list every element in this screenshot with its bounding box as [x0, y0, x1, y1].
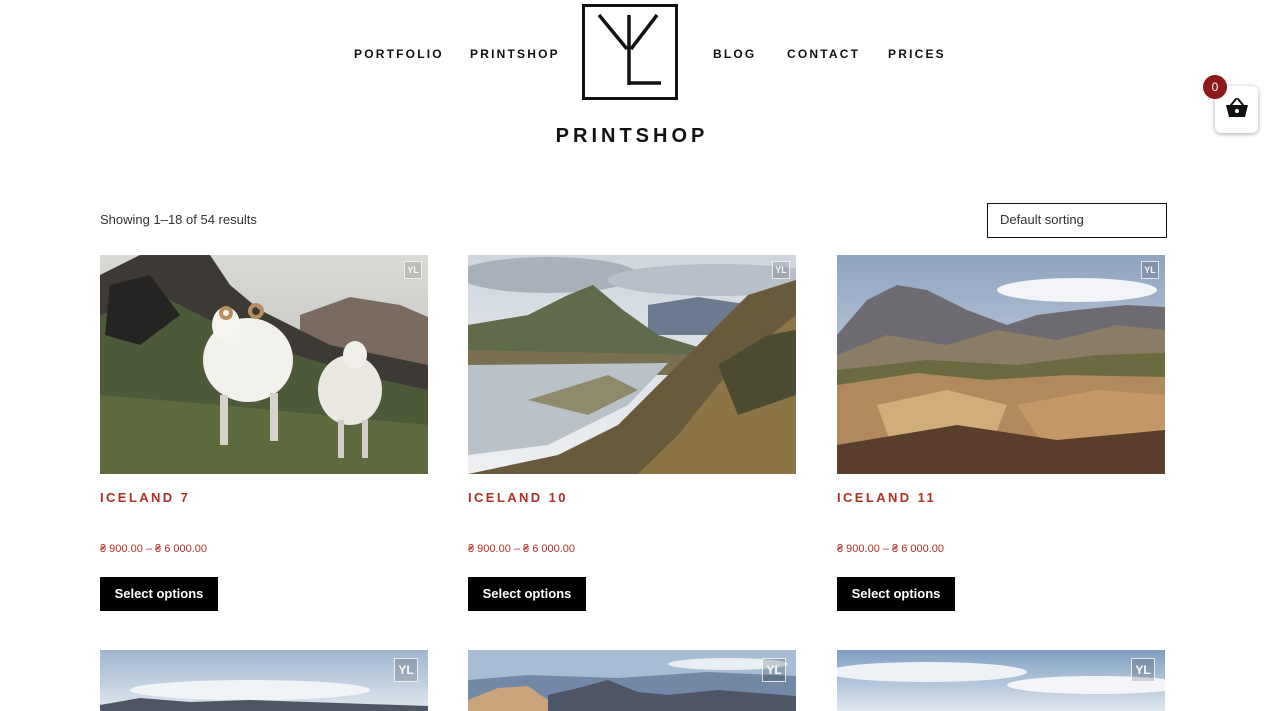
result-count: Showing 1–18 of 54 results: [100, 212, 257, 227]
product-card: YL ICELAND 10 ₴ 900.00 – ₴ 6 000.00 Sele…: [468, 255, 796, 611]
select-options-button[interactable]: Select options: [837, 577, 955, 611]
product-title[interactable]: ICELAND 7: [100, 490, 190, 506]
nav-portfolio[interactable]: PORTFOLIO: [354, 47, 444, 61]
product-title[interactable]: ICELAND 10: [468, 490, 568, 506]
cart-count-badge: 0: [1203, 75, 1227, 99]
watermark-icon: YL: [1131, 658, 1155, 682]
product-price: ₴ 900.00 – ₴ 6 000.00: [468, 543, 576, 555]
select-options-button[interactable]: Select options: [468, 577, 586, 611]
watermark-icon: YL: [394, 658, 418, 682]
nav-blog[interactable]: BLOG: [713, 47, 756, 61]
product-image[interactable]: YL: [100, 650, 428, 711]
nav-prices[interactable]: PRICES: [888, 47, 946, 61]
product-price: ₴ 900.00 – ₴ 6 000.00: [100, 543, 208, 555]
page-title: PRINTSHOP: [555, 125, 709, 147]
watermark-icon: YL: [404, 261, 422, 279]
product-image[interactable]: YL: [100, 255, 428, 474]
nav-contact[interactable]: CONTACT: [787, 47, 860, 61]
watermark-icon: YL: [1141, 261, 1159, 279]
product-card: YL ICELAND 7 ₴ 900.00 – ₴ 6 000.00 Selec…: [100, 255, 428, 611]
product-image[interactable]: YL: [837, 650, 1165, 711]
nav-printshop[interactable]: PRINTSHOP: [470, 47, 560, 61]
product-image[interactable]: YL: [468, 255, 796, 474]
site-logo[interactable]: [582, 4, 678, 100]
product-price: ₴ 900.00 – ₴ 6 000.00: [837, 543, 945, 555]
select-options-button[interactable]: Select options: [100, 577, 218, 611]
product-title[interactable]: ICELAND 11: [837, 490, 936, 506]
product-card: YL ICELAND 11 ₴ 900.00 – ₴ 6 000.00 Sele…: [837, 255, 1165, 611]
product-image[interactable]: YL: [837, 255, 1165, 474]
sorting-select[interactable]: Default sorting: [987, 203, 1167, 238]
basket-icon: [1226, 98, 1248, 117]
header: PORTFOLIO PRINTSHOP BLOG CONTACT PRICES: [0, 0, 1264, 180]
watermark-icon: YL: [772, 261, 790, 279]
product-image[interactable]: YL: [468, 650, 796, 711]
watermark-icon: YL: [762, 658, 786, 682]
